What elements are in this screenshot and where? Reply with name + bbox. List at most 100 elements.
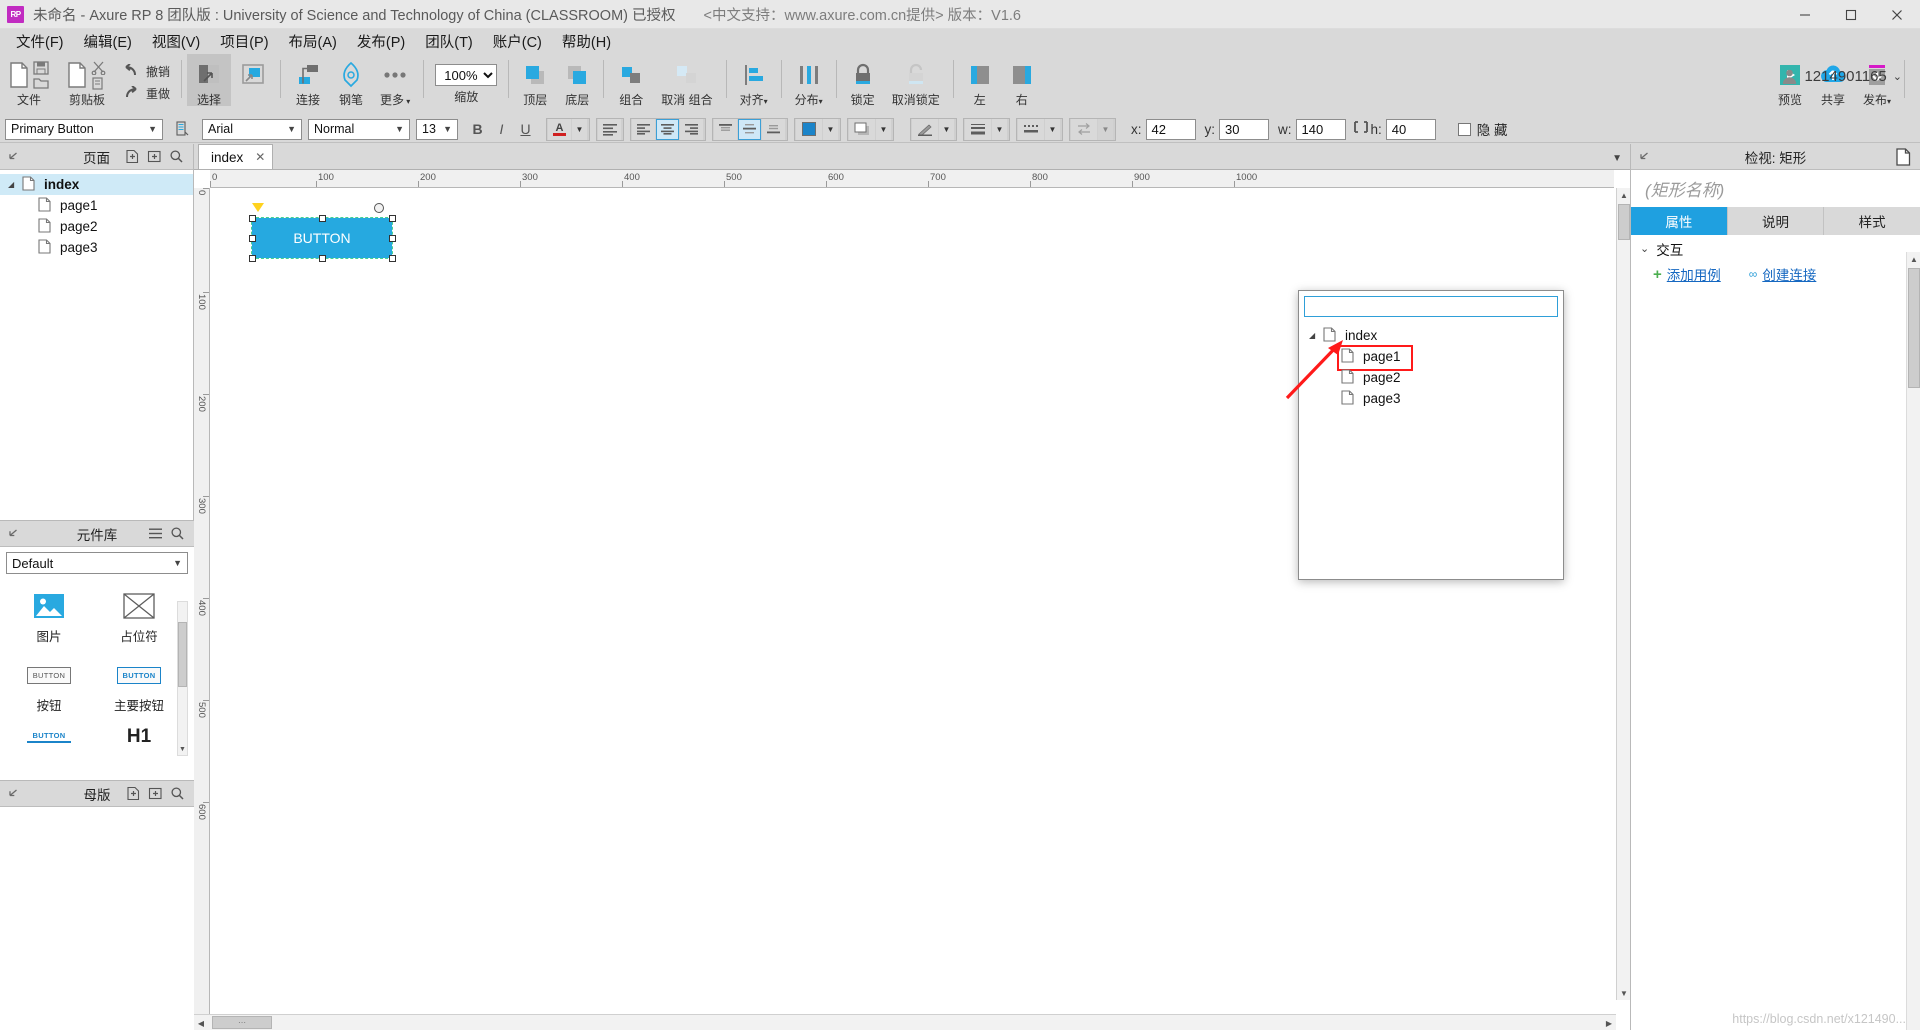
inspector-scrollbar[interactable]: ▲ — [1906, 252, 1920, 1030]
undo-button[interactable]: 撤销 — [122, 62, 170, 80]
library-scrollbar[interactable]: ▼ — [177, 601, 188, 756]
add-folder-icon[interactable] — [143, 146, 165, 168]
align-bottom-button[interactable] — [762, 118, 785, 140]
resize-handle-sw[interactable] — [248, 254, 256, 262]
shadow-button[interactable] — [849, 118, 875, 140]
font-color-button[interactable]: A — [548, 118, 571, 140]
font-family-select[interactable]: Arial ▼ — [202, 118, 302, 140]
menu-team[interactable]: 团队(T) — [417, 28, 481, 55]
font-color-dropdown[interactable]: ▼ — [572, 118, 587, 140]
distribute-button[interactable]: 分布▾ — [787, 54, 831, 108]
collapse-arrow-icon[interactable] — [0, 151, 26, 163]
font-weight-select[interactable]: Normal ▼ — [308, 118, 410, 140]
library-item-image[interactable]: 图片 — [4, 585, 94, 654]
collapse-arrow-icon[interactable] — [0, 788, 26, 800]
library-item-primary-button[interactable]: BUTTON 主要按钮 — [94, 654, 184, 723]
align-right-button[interactable] — [680, 118, 703, 140]
font-size-select[interactable]: 13 ▼ — [416, 118, 458, 140]
page-tree-item-page2[interactable]: page2 — [0, 216, 193, 237]
collapse-arrow-icon[interactable] — [1631, 151, 1657, 163]
connect-tool-button[interactable]: 连接 — [286, 54, 330, 106]
corner-radius-handle[interactable] — [252, 203, 264, 212]
library-item-button-2[interactable]: BUTTON — [4, 723, 94, 745]
tab-overflow-chevron-icon[interactable]: ▼ — [1612, 153, 1622, 164]
canvas-h-scroll-thumb[interactable]: ⋯ — [212, 1016, 272, 1029]
resize-handle-n[interactable] — [318, 214, 326, 222]
add-master-folder-icon[interactable] — [144, 783, 166, 805]
scroll-up-arrow-icon[interactable]: ▲ — [1617, 188, 1631, 202]
scroll-right-arrow-icon[interactable]: ▶ — [1602, 1016, 1616, 1030]
tab-notes[interactable]: 说明 — [1727, 207, 1825, 235]
ungroup-button[interactable]: 取消 组合 — [653, 54, 720, 106]
line-width-button[interactable] — [965, 118, 991, 140]
group-button[interactable]: 组合 — [609, 54, 653, 106]
line-width-dropdown[interactable]: ▼ — [992, 118, 1007, 140]
menu-help[interactable]: 帮助(H) — [554, 28, 619, 55]
close-button[interactable] — [1874, 0, 1920, 29]
page-notes-icon[interactable] — [1892, 146, 1914, 168]
bring-to-front-button[interactable]: 顶层 — [514, 54, 556, 106]
canvas-vertical-scrollbar[interactable]: ▲ ▼ — [1616, 188, 1631, 1000]
search-icon[interactable] — [166, 783, 188, 805]
send-to-back-button[interactable]: 底层 — [556, 54, 598, 106]
popup-item-page2[interactable]: page2 — [1299, 367, 1563, 388]
bold-button[interactable]: B — [466, 118, 489, 140]
tab-close-icon[interactable]: ✕ — [255, 150, 265, 164]
menu-account[interactable]: 账户(C) — [485, 28, 550, 55]
page-tree-item-page3[interactable]: page3 — [0, 237, 193, 258]
unlock-button[interactable]: 取消锁定 — [884, 54, 948, 106]
left-pane-button[interactable]: 左 — [959, 54, 1001, 106]
maximize-button[interactable] — [1828, 0, 1874, 29]
line-color-button[interactable] — [912, 118, 938, 140]
italic-button[interactable]: I — [490, 118, 513, 140]
zoom-select[interactable]: 100% — [435, 64, 498, 86]
add-case-link[interactable]: 添加用例 — [1667, 264, 1721, 284]
scroll-down-arrow-icon[interactable]: ▼ — [178, 744, 187, 755]
w-input[interactable]: 140 — [1295, 118, 1346, 140]
account-menu[interactable]: 1214901165 ⌄ — [1781, 68, 1902, 85]
resize-handle-ne[interactable] — [388, 214, 396, 222]
shadow-dropdown[interactable]: ▼ — [876, 118, 891, 140]
text-lines-button[interactable] — [598, 118, 621, 140]
pen-tool-button[interactable]: 钢笔 — [330, 54, 372, 106]
button-widget[interactable]: BUTTON — [251, 217, 393, 259]
library-item-h1[interactable]: H1 — [94, 723, 184, 746]
library-select[interactable]: Default ▼ — [6, 552, 188, 574]
inspector-scroll-thumb[interactable] — [1908, 268, 1920, 388]
tab-style[interactable]: 样式 — [1824, 207, 1920, 235]
menu-file[interactable]: 文件(F) — [8, 28, 72, 55]
search-icon[interactable] — [165, 146, 187, 168]
library-scrollbar-thumb[interactable] — [178, 622, 187, 687]
library-menu-icon[interactable] — [144, 523, 166, 545]
align-middle-button[interactable] — [738, 118, 761, 140]
tab-index[interactable]: index ✕ — [198, 144, 274, 169]
minimize-button[interactable] — [1782, 0, 1828, 29]
canvas-v-scroll-thumb[interactable] — [1618, 204, 1630, 240]
collapse-arrow-icon[interactable] — [0, 528, 26, 540]
page-tree-item-page1[interactable]: page1 — [0, 195, 193, 216]
select-alt-button[interactable] — [231, 54, 275, 106]
add-page-icon[interactable] — [121, 146, 143, 168]
menu-layout[interactable]: 布局(A) — [281, 28, 345, 55]
popup-item-page3[interactable]: page3 — [1299, 388, 1563, 409]
resize-handle-se[interactable] — [388, 254, 396, 262]
x-input[interactable]: 42 — [1145, 118, 1196, 140]
add-master-icon[interactable] — [122, 783, 144, 805]
align-left-button[interactable] — [632, 118, 655, 140]
menu-view[interactable]: 视图(V) — [144, 28, 208, 55]
popup-search-input[interactable] — [1304, 296, 1558, 317]
page-tree-item-index[interactable]: ◢ index — [0, 174, 193, 195]
lock-aspect-icon[interactable] — [1353, 120, 1368, 138]
clipboard-group-button[interactable]: 剪贴板 — [58, 54, 116, 106]
line-pattern-dropdown[interactable]: ▼ — [1045, 118, 1060, 140]
tab-properties[interactable]: 属性 — [1631, 207, 1728, 235]
canvas-horizontal-scrollbar[interactable]: ◀ ⋯ ▶ — [194, 1014, 1616, 1030]
lock-button[interactable]: 锁定 — [842, 54, 884, 106]
align-top-button[interactable] — [714, 118, 737, 140]
line-pattern-button[interactable] — [1018, 118, 1044, 140]
hidden-checkbox[interactable] — [1457, 122, 1471, 136]
create-link-link[interactable]: 创建连接 — [1762, 264, 1816, 284]
widget-name-input[interactable]: (矩形名称) — [1631, 170, 1920, 207]
align-button[interactable]: 对齐▾ — [732, 54, 776, 108]
menu-publish[interactable]: 发布(P) — [349, 28, 413, 55]
